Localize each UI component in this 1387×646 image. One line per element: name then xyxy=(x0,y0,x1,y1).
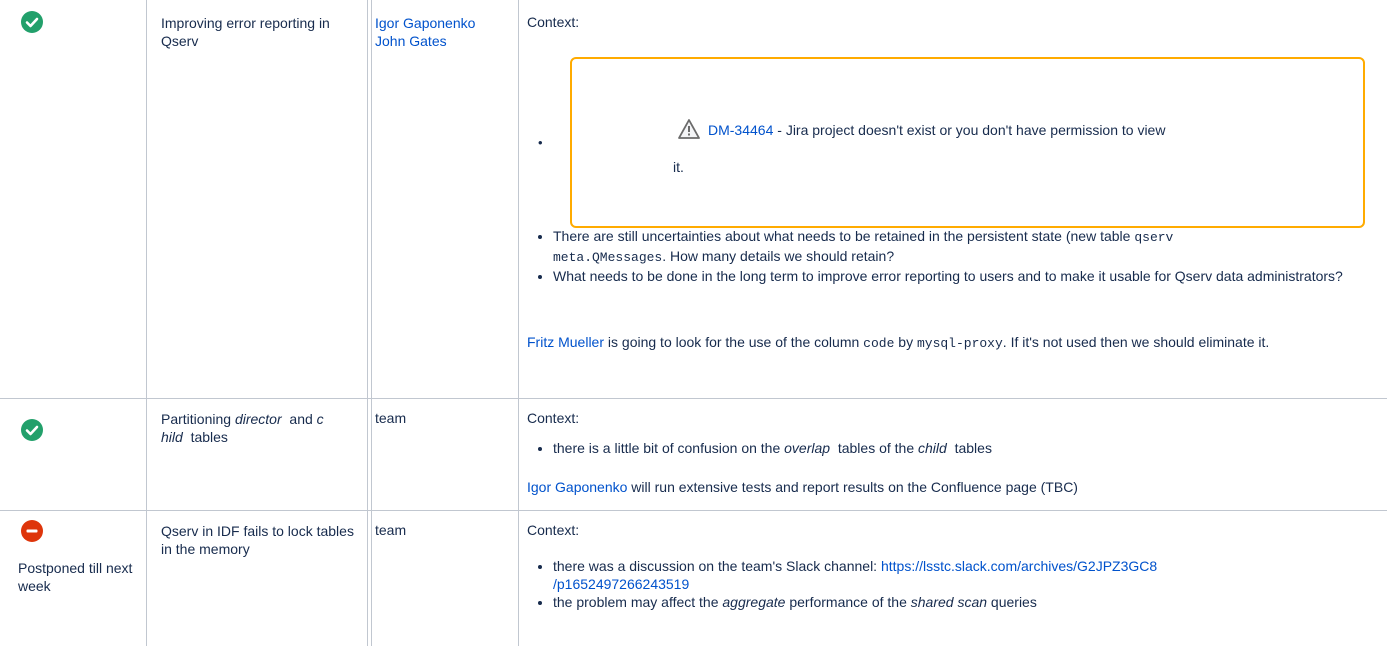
slack-link[interactable]: https://lsstc.slack.com/archives/G2JPZ3G… xyxy=(881,558,1157,574)
column-divider xyxy=(518,0,519,646)
row-divider xyxy=(0,398,1387,399)
owner-link[interactable]: Igor Gaponenko xyxy=(375,15,475,31)
owner-text: team xyxy=(375,522,407,538)
page: { "rows": [ { "status": "check-circle-ic… xyxy=(0,0,1387,646)
context-label: Context: xyxy=(527,522,580,538)
topic-cell: Improving error reporting in Qserv xyxy=(161,14,356,50)
column-divider xyxy=(367,0,368,646)
bullet-list: there is a little bit of confusion on th… xyxy=(527,439,1372,457)
bullet-list: there was a discussion on the team's Sla… xyxy=(527,557,1372,611)
action-text: Fritz Mueller is going to look for the u… xyxy=(527,334,1270,351)
list-item: the problem may affect the aggregate per… xyxy=(553,593,1372,611)
check-circle-icon xyxy=(21,419,43,441)
jira-macro: DM-34464 - Jira project doesn't exist or… xyxy=(570,57,1365,228)
topic-cell: Partitioning director and c hild tables xyxy=(161,411,324,445)
person-link[interactable]: Igor Gaponenko xyxy=(527,479,627,495)
topic-text: Improving error reporting in Qserv xyxy=(161,15,330,49)
action-text: Igor Gaponenko will run extensive tests … xyxy=(527,479,1078,495)
list-item: What needs to be done in the long term t… xyxy=(553,267,1372,285)
context-label: Context: xyxy=(527,14,580,30)
list-item: There are still uncertainties about what… xyxy=(553,227,1372,267)
person-link[interactable]: Fritz Mueller xyxy=(527,334,604,350)
row-divider xyxy=(0,510,1387,511)
owners-cell: Igor Gaponenko John Gates xyxy=(375,14,515,50)
owner-link[interactable]: John Gates xyxy=(375,33,447,49)
column-divider xyxy=(371,0,372,646)
topic-cell: Qserv in IDF fails to lock tables in the… xyxy=(161,523,354,557)
stop-circle-icon xyxy=(21,520,43,542)
jira-issue-link[interactable]: DM-34464 xyxy=(708,122,773,138)
bullet-list: There are still uncertainties about what… xyxy=(527,227,1372,285)
check-circle-icon xyxy=(21,11,43,33)
column-divider xyxy=(146,0,147,646)
status-note: Postponed till next week xyxy=(18,560,133,594)
warning-icon xyxy=(678,119,700,144)
jira-message: - Jira project doesn't exist or you don'… xyxy=(773,122,1166,138)
owner-text: team xyxy=(375,410,407,426)
bullet-dot: • xyxy=(538,135,543,150)
jira-message-end: it. xyxy=(673,159,684,175)
list-item: there was a discussion on the team's Sla… xyxy=(553,557,1372,593)
context-label: Context: xyxy=(527,410,580,426)
slack-link[interactable]: /p1652497266243519 xyxy=(553,576,689,592)
list-item: there is a little bit of confusion on th… xyxy=(553,439,1372,457)
